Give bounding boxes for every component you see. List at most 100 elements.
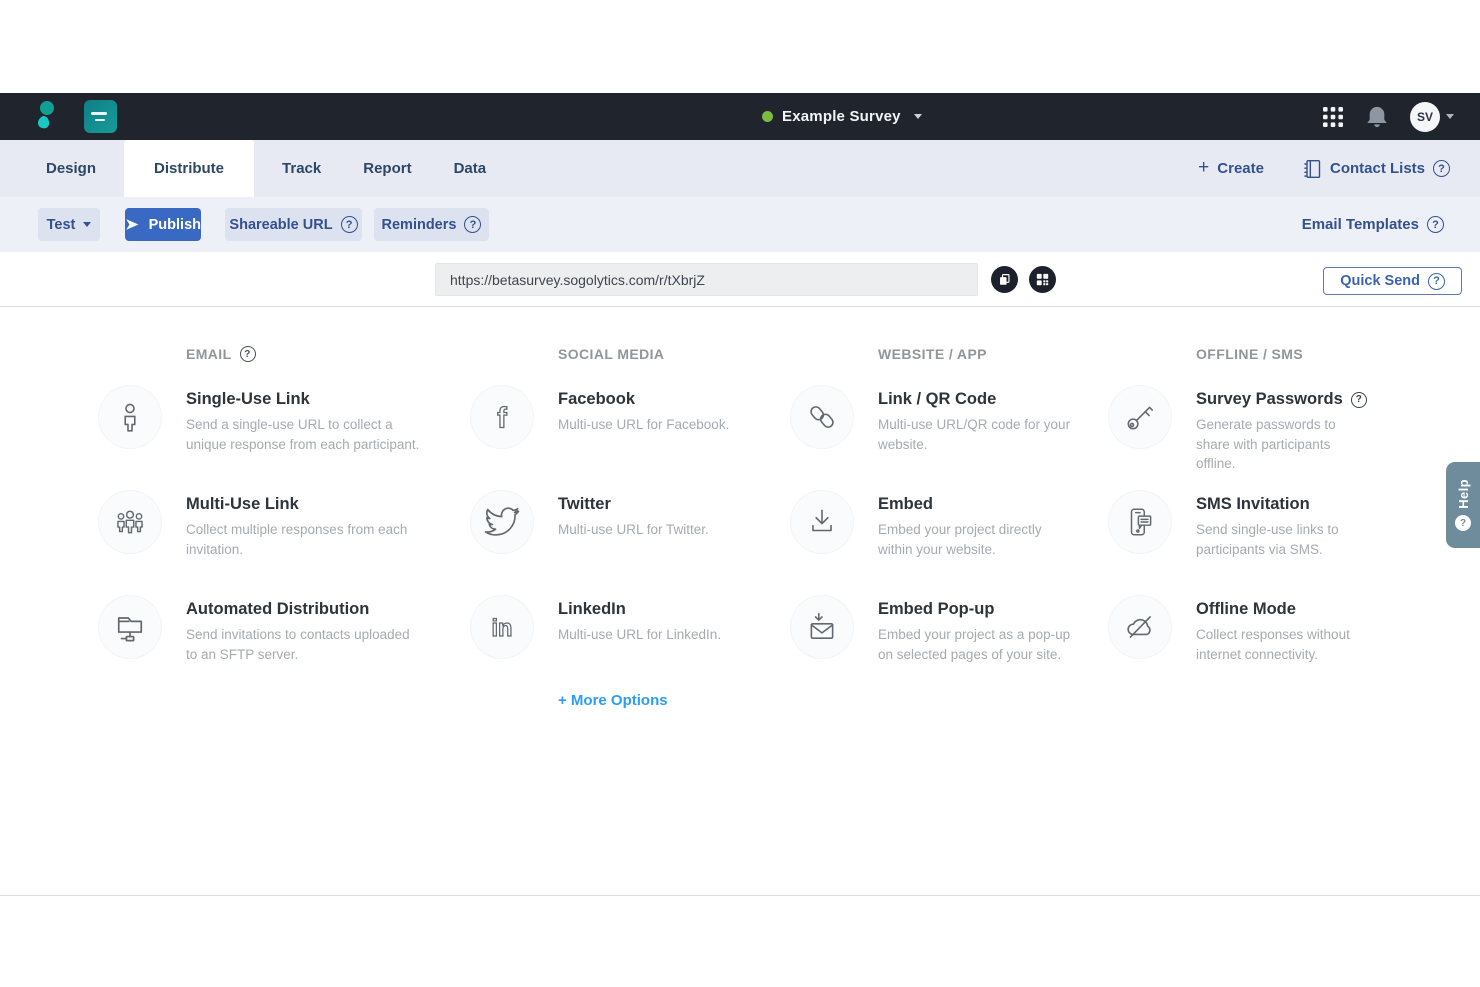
linkedin-icon: in [470, 595, 534, 659]
item-title: Embed [878, 495, 1073, 514]
navbar-right: SV [1322, 93, 1454, 140]
shareable-url-button[interactable]: Shareable URL ? [225, 208, 362, 241]
notifications-bell-icon[interactable] [1366, 105, 1388, 129]
more-options-link[interactable]: + More Options [558, 692, 668, 709]
facebook-item[interactable]: f Facebook Multi-use URL for Facebook. [470, 385, 775, 469]
test-dropdown[interactable]: Test [38, 208, 100, 241]
key-icon [1108, 385, 1172, 449]
item-description: Collect responses without internet conne… [1196, 625, 1366, 664]
publish-button[interactable]: Publish [125, 208, 201, 241]
survey-title-dropdown[interactable]: Example Survey [762, 93, 922, 140]
embed-item[interactable]: Embed Embed your project directly within… [790, 490, 1090, 574]
sogolytics-logo-icon[interactable] [34, 100, 58, 134]
column-header-social-media: SOCIAL MEDIA [558, 345, 775, 363]
item-description: Multi-use URL for LinkedIn. [558, 625, 721, 645]
item-title: Link / QR Code [878, 390, 1073, 409]
sms-phone-icon [1108, 490, 1172, 554]
quick-send-button[interactable]: Quick Send ? [1323, 267, 1462, 295]
item-description: Send a single-use URL to collect a uniqu… [186, 415, 421, 454]
item-title: Survey Passwords ? [1196, 390, 1367, 409]
column-email: EMAIL ? Single-Use Link Send a single-us… [98, 345, 443, 679]
item-description: Multi-use URL/QR code for your website. [878, 415, 1073, 454]
chevron-down-icon [83, 222, 91, 227]
tab-design[interactable]: Design [32, 140, 110, 197]
help-circle-icon: ? [1427, 216, 1444, 233]
svg-text:in: in [492, 616, 513, 642]
embed-popup-icon [790, 595, 854, 659]
facebook-icon: f [470, 385, 534, 449]
column-header-email: EMAIL ? [186, 345, 443, 363]
item-description: Multi-use URL for Twitter. [558, 520, 709, 540]
item-title: Offline Mode [1196, 600, 1366, 619]
survey-title: Example Survey [782, 108, 901, 125]
help-circle-icon[interactable]: ? [1351, 392, 1367, 408]
linkedin-item[interactable]: in LinkedIn Multi-use URL for LinkedIn. [470, 595, 775, 679]
embed-icon [790, 490, 854, 554]
single-use-link-item[interactable]: Single-Use Link Send a single-use URL to… [98, 385, 443, 469]
sms-invitation-item[interactable]: SMS Invitation Send single-use links to … [1108, 490, 1443, 574]
tab-distribute[interactable]: Distribute [124, 140, 254, 197]
avatar: SV [1410, 102, 1440, 132]
offline-mode-item[interactable]: Offline Mode Collect responses without i… [1108, 595, 1443, 679]
item-title: Single-Use Link [186, 390, 421, 409]
create-button[interactable]: + Create [1198, 160, 1264, 177]
column-offline-sms: OFFLINE / SMS Survey Passwords ? [1108, 345, 1443, 679]
plus-icon: + [1198, 158, 1209, 177]
item-description: Send single-use links to participants vi… [1196, 520, 1366, 559]
item-description: Generate passwords to share with partici… [1196, 415, 1366, 474]
help-circle-icon: ? [1455, 515, 1471, 531]
app-grid-icon[interactable] [1322, 106, 1344, 128]
chevron-down-icon [914, 114, 922, 119]
column-header-website-app: WEBSITE / APP [878, 345, 1090, 363]
reminders-button[interactable]: Reminders ? [374, 208, 489, 241]
tab-report[interactable]: Report [349, 140, 425, 197]
item-title: SMS Invitation [1196, 495, 1366, 514]
chevron-down-icon [1446, 114, 1454, 119]
link-qr-code-item[interactable]: Link / QR Code Multi-use URL/QR code for… [790, 385, 1090, 469]
multi-use-link-item[interactable]: Multi-Use Link Collect multiple response… [98, 490, 443, 574]
share-url-bar: Quick Send ? [0, 252, 1480, 307]
survey-passwords-item[interactable]: Survey Passwords ? Generate passwords to… [1108, 385, 1443, 469]
distribution-options: EMAIL ? Single-Use Link Send a single-us… [0, 307, 1480, 987]
column-website-app: WEBSITE / APP Link / QR Code Multi-use U… [790, 345, 1090, 679]
tab-data[interactable]: Data [440, 140, 501, 197]
help-tab[interactable]: Help ? [1446, 462, 1480, 548]
email-templates-link[interactable]: Email Templates ? [1302, 197, 1444, 252]
twitter-item[interactable]: Twitter Multi-use URL for Twitter. [470, 490, 775, 574]
item-description: Embed your project as a pop-up on select… [878, 625, 1073, 664]
help-circle-icon: ? [464, 216, 481, 233]
item-description: Embed your project directly within your … [878, 520, 1073, 559]
tabs: Design Distribute Track Report Data [18, 140, 500, 197]
twitter-icon [470, 490, 534, 554]
embed-popup-item[interactable]: Embed Pop-up Embed your project as a pop… [790, 595, 1090, 679]
survey-url-input[interactable] [435, 263, 978, 296]
help-circle-icon: ? [1428, 273, 1445, 290]
contact-lists-button[interactable]: Contact Lists ? [1302, 158, 1450, 180]
qr-code-icon[interactable] [1029, 266, 1056, 293]
send-icon [125, 218, 140, 231]
item-title: Automated Distribution [186, 600, 421, 619]
survey-menu-icon[interactable] [84, 100, 117, 133]
sftp-folder-icon [98, 595, 162, 659]
page: Example Survey SV [0, 0, 1480, 987]
top-navbar: Example Survey SV [0, 93, 1480, 140]
help-circle-icon: ? [341, 216, 358, 233]
column-social-media: SOCIAL MEDIA f Facebook Multi-use URL fo… [470, 345, 775, 710]
svg-text:f: f [497, 403, 507, 434]
tab-track[interactable]: Track [268, 140, 335, 197]
item-title: Facebook [558, 390, 729, 409]
link-qr-icon [790, 385, 854, 449]
section-divider [0, 895, 1480, 896]
copy-url-icon[interactable] [991, 266, 1018, 293]
automated-distribution-item[interactable]: Automated Distribution Send invitations … [98, 595, 443, 679]
help-circle-icon[interactable]: ? [1433, 160, 1450, 177]
column-header-offline-sms: OFFLINE / SMS [1196, 345, 1443, 363]
multi-use-people-icon [98, 490, 162, 554]
item-description: Send invitations to contacts uploaded to… [186, 625, 421, 664]
item-description: Multi-use URL for Facebook. [558, 415, 729, 435]
item-description: Collect multiple responses from each inv… [186, 520, 421, 559]
single-use-person-icon [98, 385, 162, 449]
help-circle-icon[interactable]: ? [240, 346, 256, 362]
distribute-toolbar: Test Publish Shareable URL ? Reminders ?… [0, 197, 1480, 252]
user-menu[interactable]: SV [1410, 102, 1454, 132]
